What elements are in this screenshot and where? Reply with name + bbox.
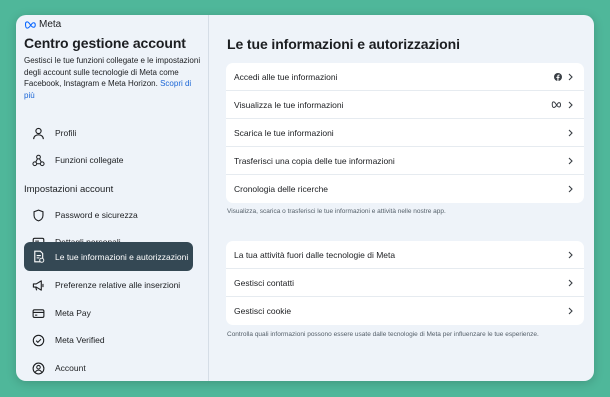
chevron-right-icon: [568, 157, 574, 165]
facebook-icon: [554, 72, 562, 81]
row-label: Trasferisci una copia delle tue informaz…: [234, 155, 395, 166]
megaphone-icon: [32, 279, 45, 292]
sidebar-item-preferenze-inserzioni[interactable]: Preferenze relative alle inserzioni: [24, 271, 193, 299]
row-accedi-informazioni[interactable]: Accedi alle tue informazioni: [226, 63, 584, 91]
meta-infinity-icon: [24, 20, 36, 29]
row-label: La tua attività fuori dalle tecnologie d…: [234, 249, 396, 260]
sidebar-item-label: Meta Verified: [55, 335, 105, 345]
sidebar-item-informazioni-autorizzazioni[interactable]: Le tue informazioni e autorizzazioni: [24, 242, 193, 271]
chevron-right-icon: [568, 307, 574, 315]
information-settings-card: Accedi alle tue informazioni Visualizza …: [226, 63, 584, 203]
row-label: Scarica le tue informazioni: [234, 127, 334, 138]
sidebar-item-label: Le tue informazioni e autorizzazioni: [55, 251, 189, 262]
chevron-right-icon: [568, 129, 574, 137]
verified-badge-icon: [32, 334, 45, 347]
section-label-impostazioni: Impostazioni account: [24, 184, 114, 195]
row-label: Accedi alle tue informazioni: [234, 71, 338, 82]
sidebar: Meta Centro gestione account Gestisci le…: [16, 15, 209, 381]
sidebar-item-label: Preferenze relative alle inserzioni: [55, 280, 181, 290]
row-cronologia-ricerche[interactable]: Cronologia delle ricerche: [226, 175, 584, 203]
sidebar-description: Gestisci le tue funzioni collegate e le …: [24, 55, 202, 101]
row-gestisci-cookie[interactable]: Gestisci cookie: [226, 297, 584, 325]
sidebar-item-label: Account: [55, 363, 86, 373]
sidebar-item-label: Profili: [55, 128, 77, 138]
sidebar-item-account[interactable]: Account: [24, 354, 193, 381]
row-label: Visualizza le tue informazioni: [234, 99, 344, 110]
meta-icon: [551, 101, 562, 108]
row-label: Gestisci cookie: [234, 306, 292, 316]
sidebar-item-label: Funzioni collegate: [55, 155, 124, 165]
sidebar-item-label: Password e sicurezza: [55, 210, 138, 220]
sidebar-title: Centro gestione account: [24, 35, 186, 51]
row-scarica-informazioni[interactable]: Scarica le tue informazioni: [226, 119, 584, 147]
activity-settings-card: La tua attività fuori dalle tecnologie d…: [226, 241, 584, 325]
account-center-window: Meta Centro gestione account Gestisci le…: [16, 15, 594, 381]
group2-note: Controlla quali informazioni possono ess…: [227, 331, 539, 338]
sidebar-item-profili[interactable]: Profili: [24, 119, 193, 147]
chevron-right-icon: [568, 73, 574, 81]
row-trasferisci-copia[interactable]: Trasferisci una copia delle tue informaz…: [226, 147, 584, 175]
person-icon: [32, 127, 45, 140]
chevron-right-icon: [568, 251, 574, 259]
shield-icon: [32, 209, 45, 222]
page-title: Le tue informazioni e autorizzazioni: [227, 36, 460, 52]
chevron-right-icon: [568, 101, 574, 109]
sidebar-item-meta-verified[interactable]: Meta Verified: [24, 326, 193, 354]
row-label: Cronologia delle ricerche: [234, 184, 329, 194]
main-content: Le tue informazioni e autorizzazioni Acc…: [210, 15, 594, 381]
row-visualizza-informazioni[interactable]: Visualizza le tue informazioni: [226, 91, 584, 119]
account-circle-icon: [32, 362, 45, 375]
credit-card-icon: [32, 307, 45, 320]
sidebar-item-meta-pay[interactable]: Meta Pay: [24, 299, 193, 327]
row-label: Gestisci contatti: [234, 277, 294, 288]
chevron-right-icon: [568, 279, 574, 287]
brand-name: Meta: [39, 19, 62, 30]
sidebar-item-password[interactable]: Password e sicurezza: [24, 201, 193, 229]
row-gestisci-contatti[interactable]: Gestisci contatti: [226, 269, 584, 297]
meta-logo: Meta: [24, 19, 61, 30]
connected-features-icon: [32, 154, 45, 167]
group1-note: Visualizza, scarica o trasferisci le tue…: [227, 208, 446, 215]
info-document-icon: [32, 250, 45, 263]
sidebar-item-funzioni-collegate[interactable]: Funzioni collegate: [24, 146, 193, 174]
row-attivita-fuori-meta[interactable]: La tua attività fuori dalle tecnologie d…: [226, 241, 584, 269]
chevron-right-icon: [568, 185, 574, 193]
sidebar-item-label: Meta Pay: [55, 308, 91, 318]
